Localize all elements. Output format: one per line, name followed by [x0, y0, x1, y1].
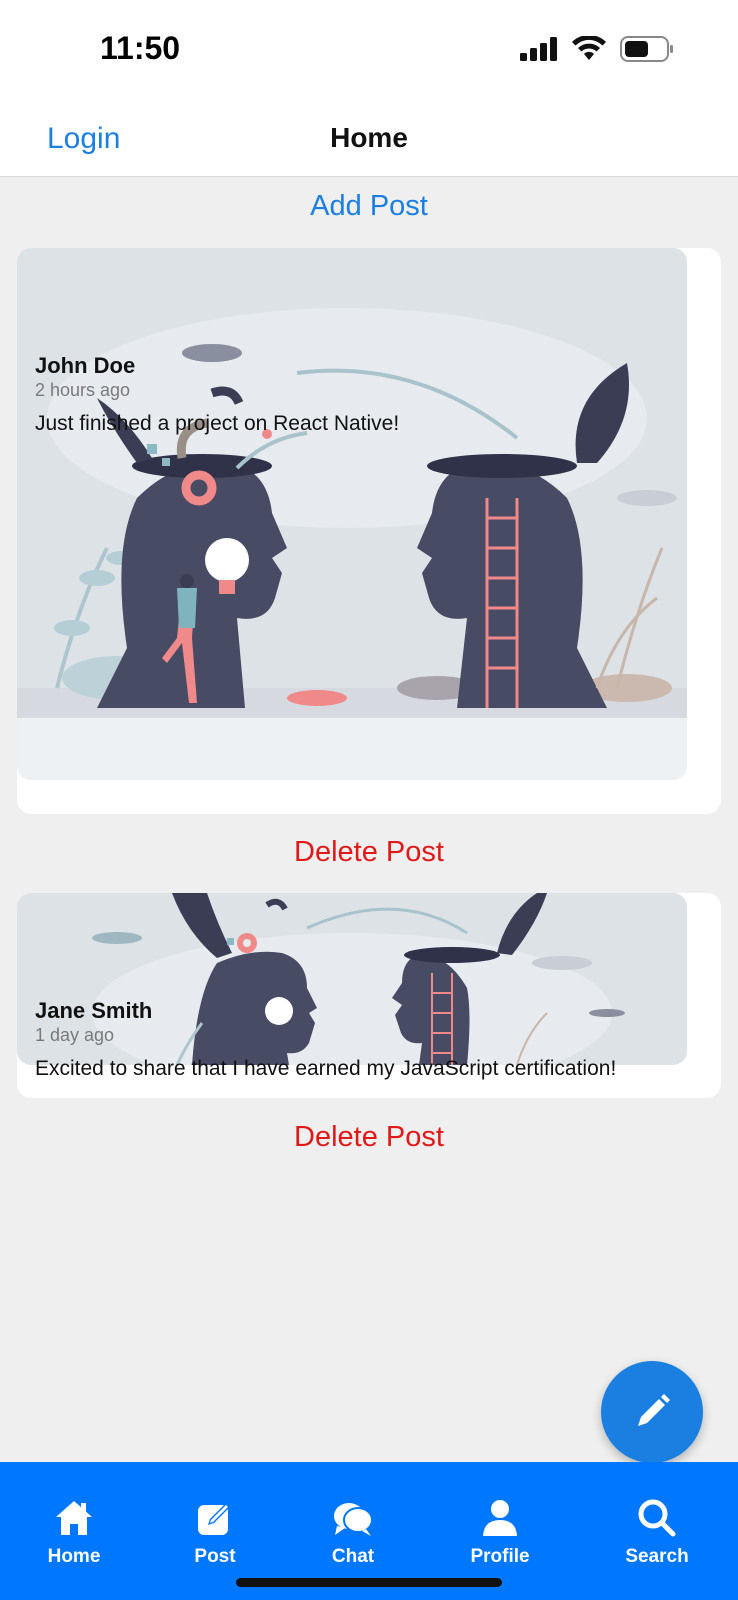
post-card: Jane Smith 1 day ago Excited to share th… — [17, 893, 721, 1098]
tab-profile[interactable]: Profile — [440, 1498, 560, 1568]
tab-label: Home — [47, 1546, 101, 1567]
tab-label: Search — [625, 1546, 689, 1567]
post-illustration — [17, 893, 687, 1065]
login-button[interactable]: Login — [47, 122, 120, 156]
post-illustration — [17, 248, 687, 780]
search-icon — [638, 1499, 676, 1537]
post-text: Just finished a project on React Native! — [35, 412, 400, 435]
post-image — [17, 893, 687, 1065]
home-icon — [56, 1501, 92, 1535]
delete-post-button[interactable]: Delete Post — [0, 1121, 738, 1154]
compose-fab-button[interactable] — [601, 1361, 703, 1463]
post-timestamp: 2 hours ago — [35, 380, 131, 400]
status-icons — [520, 34, 674, 64]
wifi-icon — [572, 36, 606, 60]
profile-icon — [483, 1500, 517, 1536]
cellular-signal-icon — [520, 37, 557, 61]
pencil-icon — [638, 1394, 670, 1426]
tab-post[interactable]: Post — [155, 1498, 275, 1568]
status-bar: 11:50 — [0, 0, 738, 100]
post-image — [17, 248, 687, 780]
tab-label: Profile — [470, 1546, 530, 1567]
navigation-bar: Login Home — [0, 100, 738, 177]
post-timestamp: 1 day ago — [35, 1025, 115, 1045]
battery-icon — [620, 36, 673, 62]
tab-search[interactable]: Search — [597, 1498, 717, 1568]
home-indicator — [236, 1578, 502, 1587]
edit-post-icon — [198, 1504, 229, 1535]
tab-label: Post — [194, 1546, 236, 1567]
tab-home[interactable]: Home — [14, 1498, 134, 1568]
chat-icon — [334, 1503, 373, 1536]
tab-label: Chat — [331, 1546, 375, 1567]
add-post-button[interactable]: Add Post — [0, 190, 738, 223]
post-text: Excited to share that I have earned my J… — [35, 1057, 617, 1080]
tab-chat[interactable]: Chat — [293, 1498, 413, 1568]
status-time: 11:50 — [100, 30, 181, 66]
post-author: John Doe — [35, 353, 136, 378]
post-author: Jane Smith — [35, 998, 153, 1023]
post-card: John Doe 2 hours ago Just finished a pro… — [17, 248, 721, 814]
delete-post-button[interactable]: Delete Post — [0, 836, 738, 869]
